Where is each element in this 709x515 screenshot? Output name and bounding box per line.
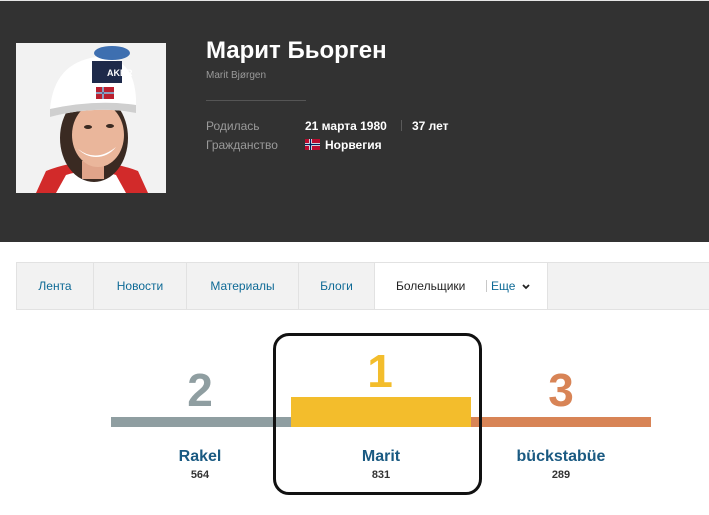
tab-fans-label: Болельщики bbox=[396, 279, 466, 293]
tab-more-separator bbox=[486, 280, 487, 292]
header-divider bbox=[206, 100, 306, 101]
podium-score-3: 289 bbox=[551, 469, 571, 481]
podium-bar-3 bbox=[471, 417, 651, 427]
photo-hat-text: AKER bbox=[107, 68, 133, 78]
athlete-photo-image: AKER bbox=[16, 43, 166, 193]
podium-bar-2 bbox=[111, 417, 291, 427]
tab-news[interactable]: Новости bbox=[94, 263, 187, 309]
podium-score-2: 564 bbox=[190, 469, 210, 481]
podium-name-3[interactable]: bückstabüe bbox=[491, 448, 631, 466]
athlete-age: 37 лет bbox=[412, 119, 449, 133]
citizenship-value-wrap: Норвегия bbox=[305, 138, 382, 152]
podium-name-2[interactable]: Rakel bbox=[140, 448, 260, 466]
athlete-latin-name: Marit Bjørgen bbox=[206, 70, 267, 81]
podium-place-2: 2 bbox=[187, 364, 213, 416]
podium-place-3: 3 bbox=[548, 364, 574, 416]
athlete-name: Марит Бьорген bbox=[206, 37, 387, 64]
tab-more-dropdown[interactable]: Еще bbox=[486, 263, 530, 309]
profile-tabs: Лента Новости Материалы Блоги Болельщики… bbox=[16, 262, 709, 310]
tab-more-label: Еще bbox=[491, 279, 516, 293]
chevron-down-icon bbox=[522, 284, 530, 290]
birth-separator bbox=[401, 120, 402, 131]
tab-blogs[interactable]: Блоги bbox=[299, 263, 375, 309]
athlete-photo: AKER bbox=[16, 43, 166, 193]
profile-header: AKER Марит Бьорген Marit Bjørgen Родилас… bbox=[0, 1, 709, 242]
tab-materials[interactable]: Материалы bbox=[187, 263, 299, 309]
birth-date: 21 марта 1980 bbox=[305, 119, 387, 133]
birth-label: Родилась bbox=[206, 119, 260, 133]
tab-feed[interactable]: Лента bbox=[17, 263, 94, 309]
citizenship-label: Гражданство bbox=[206, 138, 278, 152]
first-place-highlight-frame bbox=[273, 333, 482, 495]
norway-flag-icon bbox=[305, 139, 320, 150]
citizenship-value: Норвегия bbox=[325, 138, 382, 152]
